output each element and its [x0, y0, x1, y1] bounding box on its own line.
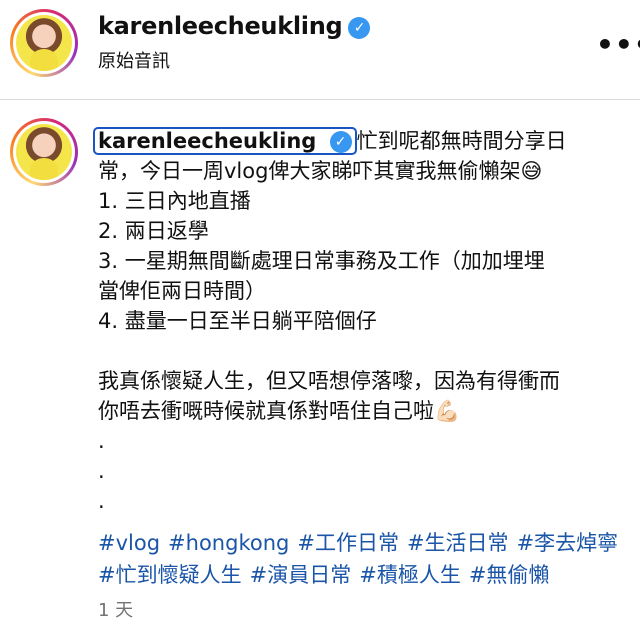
caption-line: 你唔去衝嘅時候就真係對唔住自己啦💪🏻	[98, 399, 461, 423]
caption-line: .	[98, 459, 105, 483]
hashtag-link[interactable]: #vlog	[98, 531, 160, 555]
hashtag-link[interactable]: #積極人生	[359, 563, 461, 587]
caption-username-text[interactable]: karenleecheukling	[98, 129, 316, 153]
caption-avatar[interactable]	[10, 118, 78, 186]
more-options-icon[interactable]: •••	[596, 28, 640, 61]
caption-first-line: karenleecheukling ✓ 忙到呢都無時間分享日	[93, 126, 628, 156]
hashtag-link[interactable]: #工作日常	[297, 531, 399, 555]
avatar-photo	[16, 124, 72, 180]
hashtag-link[interactable]: #李去焯寧	[517, 531, 619, 555]
hashtag-list: #vlog #hongkong #工作日常 #生活日常 #李去焯寧 #忙到懷疑人生 #演員日…	[98, 527, 628, 591]
caption-text-start: 忙到呢都無時間分享日	[356, 129, 567, 153]
post-caption: karenleecheukling ✓ 忙到呢都無時間分享日 常，今日一周vlog…	[93, 126, 628, 516]
hashtag-link[interactable]: #hongkong	[168, 531, 289, 555]
header-username-text[interactable]: karenleecheukling	[98, 12, 343, 40]
post-timestamp: 1 天	[98, 600, 134, 621]
hashtag-link[interactable]: #無偷懶	[469, 563, 550, 587]
caption-line: 我真係懷疑人生，但又唔想停落嚟，因為有得衝而	[98, 369, 560, 393]
hashtag-link[interactable]: #演員日常	[250, 563, 352, 587]
caption-line: 4. 盡量一日至半日躺平陪個仔	[98, 309, 377, 333]
caption-line: .	[98, 489, 105, 513]
caption-line: 2. 兩日返學	[98, 219, 209, 243]
caption-lines: 常，今日一周vlog俾大家睇吓其實我無偷懶架😅 1. 三日內地直播 2. 兩日返學 3…	[98, 156, 628, 516]
caption-line: 當俾佢兩日時間）	[98, 279, 266, 303]
hashtag-link[interactable]: #生活日常	[407, 531, 509, 555]
hashtag-link[interactable]: #忙到懷疑人生	[98, 563, 242, 587]
post-header: karenleecheukling✓ 原始音訊 •••	[0, 0, 640, 100]
caption-line	[98, 336, 628, 366]
caption-line: 3. 一星期無間斷處理日常事務及工作（加加埋埋	[98, 249, 545, 273]
caption-line: 1. 三日內地直播	[98, 189, 251, 213]
caption-line: 常，今日一周vlog俾大家睇吓其實我無偷懶架😅	[98, 159, 543, 183]
caption-username[interactable]: karenleecheukling ✓	[93, 127, 357, 155]
header-avatar[interactable]	[10, 9, 78, 77]
caption-line: .	[98, 429, 105, 453]
verified-badge-icon: ✓	[348, 17, 371, 39]
header-username[interactable]: karenleecheukling ✓	[98, 12, 371, 40]
original-audio-link[interactable]: 原始音訊	[98, 47, 170, 73]
verified-badge-icon: ✓	[329, 131, 352, 153]
avatar-photo	[16, 15, 72, 71]
